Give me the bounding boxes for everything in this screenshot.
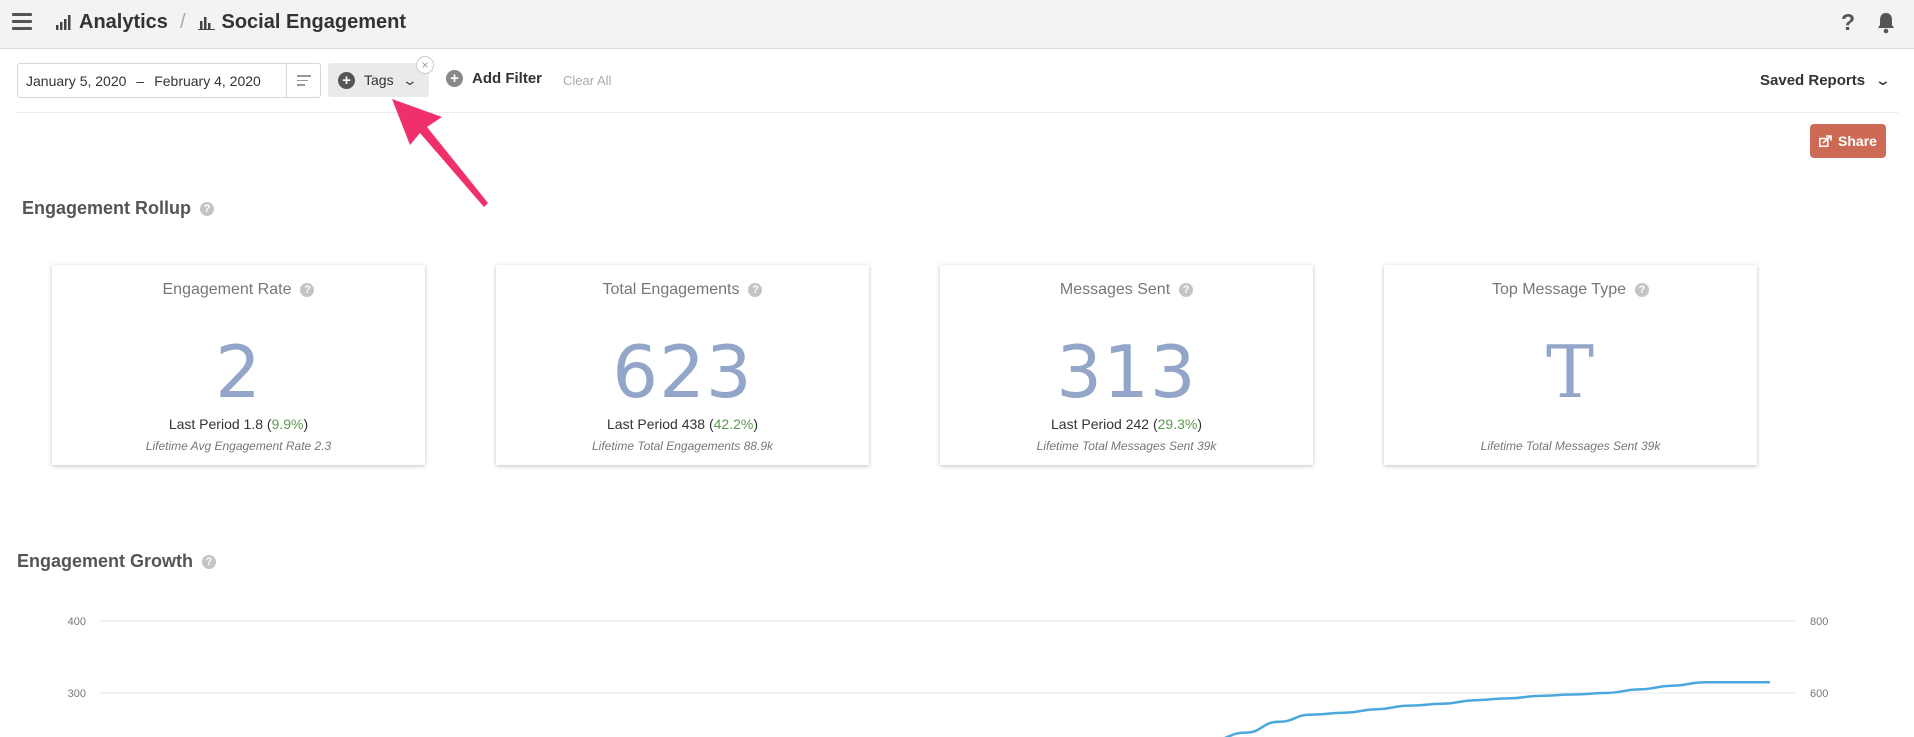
help-icon[interactable]: ? xyxy=(202,554,217,569)
column-chart-icon xyxy=(197,17,215,30)
metric-card-messages-sent: Messages Sent? 313 Last Period 242 (29.3… xyxy=(940,265,1313,465)
divider xyxy=(16,112,1898,113)
last-period-text: Last Period 242 ( xyxy=(1051,416,1158,432)
engagement-rollup-title: Engagement Rollup ? xyxy=(22,198,215,219)
plus-circle-icon: + xyxy=(338,71,355,89)
tags-label: Tags xyxy=(364,72,394,88)
share-icon xyxy=(1819,135,1832,147)
remove-tags-filter-button[interactable]: × xyxy=(416,56,434,74)
card-last-period: Last Period 438 (42.2%) xyxy=(496,416,869,432)
card-lifetime: Lifetime Avg Engagement Rate 2.3 xyxy=(145,439,332,453)
breadcrumb-analytics[interactable]: Analytics xyxy=(55,11,168,34)
section-title-text: Engagement Rollup xyxy=(22,198,192,218)
metric-card-top-message-type: Top Message Type? T Lifetime Total Messa… xyxy=(1384,265,1757,465)
y-right-tick-label: 600 xyxy=(1810,688,1828,700)
card-lifetime: Lifetime Total Messages Sent 39k xyxy=(1036,439,1217,453)
date-start: January 5, 2020 xyxy=(26,73,127,89)
card-title: Engagement Rate? xyxy=(52,281,425,299)
y-left-tick-label: 300 xyxy=(68,688,86,700)
metric-card-total-engagements: Total Engagements? 623 Last Period 438 (… xyxy=(496,265,869,465)
card-title: Messages Sent? xyxy=(940,281,1313,299)
card-lifetime: Lifetime Total Engagements 88.9k xyxy=(591,439,773,453)
last-period-pct: 42.2% xyxy=(713,416,754,432)
y-left-tick-label: 400 xyxy=(68,616,86,628)
card-value: 313 xyxy=(1056,330,1197,414)
card-value: 623 xyxy=(612,330,753,414)
help-icon[interactable]: ? xyxy=(1635,283,1649,297)
bell-icon[interactable] xyxy=(1877,12,1895,34)
menu-icon[interactable] xyxy=(12,13,32,31)
card-value: 2 xyxy=(215,330,262,414)
last-period-pct: 9.9% xyxy=(271,416,304,432)
card-title-text: Total Engagements xyxy=(602,281,740,298)
breadcrumb-label: Social Engagement xyxy=(221,11,407,33)
section-title-text: Engagement Growth xyxy=(17,551,194,571)
plus-circle-icon: + xyxy=(446,70,463,87)
chevron-down-icon: ⌄ xyxy=(1874,72,1892,88)
card-title: Top Message Type? xyxy=(1384,281,1757,299)
breadcrumb-separator: / xyxy=(179,11,186,33)
last-period-suffix: ) xyxy=(1197,416,1202,432)
add-filter-button[interactable]: + Add Filter xyxy=(446,70,542,87)
clear-all-link[interactable]: Clear All xyxy=(563,73,611,88)
last-period-text: Last Period 1.8 ( xyxy=(168,416,272,432)
card-title-text: Top Message Type xyxy=(1491,281,1626,298)
metric-card-engagement-rate: Engagement Rate? 2 Last Period 1.8 (9.9%… xyxy=(52,265,425,465)
date-dash: – xyxy=(136,73,145,89)
share-label: Share xyxy=(1838,133,1877,149)
series-line xyxy=(1223,680,1771,737)
saved-reports-dropdown[interactable]: Saved Reports ⌄ xyxy=(1760,72,1892,89)
breadcrumb-label: Analytics xyxy=(79,11,168,33)
share-button[interactable]: Share xyxy=(1810,124,1886,158)
help-icon[interactable]: ? xyxy=(200,201,215,216)
card-title: Total Engagements? xyxy=(496,281,869,299)
help-icon[interactable]: ? xyxy=(748,283,763,297)
engagement-growth-title: Engagement Growth ? xyxy=(17,551,217,572)
breadcrumb: Analytics / Social Engagement xyxy=(55,11,406,34)
date-end: February 4, 2020 xyxy=(154,73,261,89)
saved-reports-label: Saved Reports xyxy=(1760,72,1866,89)
tags-filter-button[interactable]: + Tags ⌄ xyxy=(328,63,429,97)
engagement-growth-chart: 400 300 800 600 xyxy=(68,616,1828,737)
card-last-period: Last Period 1.8 (9.9%) xyxy=(52,416,425,432)
chevron-down-icon: ⌄ xyxy=(401,71,418,88)
help-icon[interactable]: ? xyxy=(1841,9,1855,36)
y-right-tick-label: 800 xyxy=(1810,616,1828,628)
add-filter-label: Add Filter xyxy=(472,70,542,87)
help-icon[interactable]: ? xyxy=(300,283,315,297)
annotation-arrow xyxy=(392,99,488,207)
date-range-picker[interactable]: January 5, 2020– February 4, 2020 xyxy=(17,63,321,98)
card-value: T xyxy=(1545,330,1596,414)
last-period-text: Last Period 438 ( xyxy=(607,416,714,432)
breadcrumb-social-engagement[interactable]: Social Engagement xyxy=(197,11,407,34)
card-last-period: Last Period 242 (29.3%) xyxy=(940,416,1313,432)
card-title-text: Engagement Rate xyxy=(162,281,292,298)
last-period-suffix: ) xyxy=(303,416,309,432)
last-period-suffix: ) xyxy=(753,416,758,432)
top-bar: Analytics / Social Engagement ? xyxy=(0,0,1914,49)
last-period-pct: 29.3% xyxy=(1157,416,1198,432)
bar-chart-icon xyxy=(56,15,71,30)
card-lifetime: Lifetime Total Messages Sent 39k xyxy=(1480,439,1661,453)
help-icon[interactable]: ? xyxy=(1179,283,1194,297)
sort-icon[interactable] xyxy=(286,64,320,97)
card-title-text: Messages Sent xyxy=(1059,281,1171,298)
